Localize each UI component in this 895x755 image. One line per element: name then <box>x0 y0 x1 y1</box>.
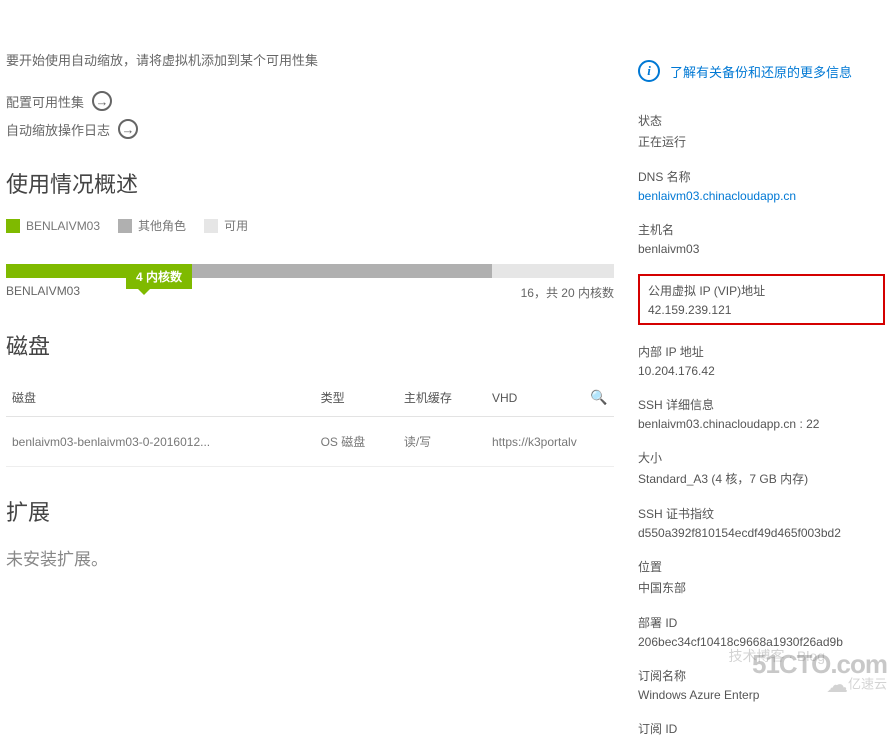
legend: BENLAIVM03 其他角色 可用 <box>6 217 614 234</box>
prop-deploy-id: 部署 ID 206bec34cf10418c9668a1930f26ad9b <box>638 614 885 649</box>
watermark-yisu: ☁亿速云 <box>826 672 887 698</box>
cores-usage-bar: 4 内核数 BENLAIVM03 16，共 20 内核数 <box>6 264 614 301</box>
disk-vhd-cell: https://k3portalv <box>486 417 614 467</box>
status-value: 正在运行 <box>638 133 885 150</box>
size-value: Standard_A3 (4 核，7 GB 内存) <box>638 470 885 487</box>
hostname-value: benlaivm03 <box>638 242 885 256</box>
prop-status: 状态 正在运行 <box>638 112 885 150</box>
size-label: 大小 <box>638 449 885 466</box>
hostname-label: 主机名 <box>638 221 885 238</box>
bar-seg-available <box>492 264 614 278</box>
ssh-value: benlaivm03.chinacloudapp.cn : 22 <box>638 417 885 431</box>
extensions-empty-text: 未安装扩展。 <box>6 545 614 570</box>
table-row[interactable]: benlaivm03-benlaivm03-0-2016012... OS 磁盘… <box>6 417 614 467</box>
disks-title: 磁盘 <box>6 329 614 361</box>
vip-label: 公用虚拟 IP (VIP)地址 <box>648 282 875 299</box>
configure-availability-link[interactable]: 配置可用性集 → <box>6 91 614 111</box>
legend-other: 其他角色 <box>118 217 186 234</box>
bar-right-label: 16，共 20 内核数 <box>521 284 614 301</box>
disk-name-cell: benlaivm03-benlaivm03-0-2016012... <box>6 417 315 467</box>
bar-seg-vm <box>6 264 128 278</box>
autoscale-hint: 要开始使用自动缩放，请将虚拟机添加到某个可用性集 <box>6 50 614 69</box>
backup-info-link[interactable]: i 了解有关备份和还原的更多信息 <box>638 60 885 82</box>
col-vhd[interactable]: VHD <box>486 379 584 417</box>
col-search[interactable]: 🔍 <box>584 379 614 417</box>
info-icon: i <box>638 60 660 82</box>
dns-label: DNS 名称 <box>638 168 885 185</box>
vip-value: 42.159.239.121 <box>648 303 875 317</box>
disk-type-cell: OS 磁盘 <box>315 417 398 467</box>
ssh-fp-value: d550a392f810154ecdf49d465f003bd2 <box>638 526 885 540</box>
legend-available-label: 可用 <box>224 217 248 234</box>
arrow-right-icon: → <box>92 91 112 111</box>
disk-cache-cell: 读/写 <box>398 417 486 467</box>
internal-ip-label: 内部 IP 地址 <box>638 343 885 360</box>
bar-left-label: BENLAIVM03 <box>6 284 80 301</box>
internal-ip-value: 10.204.176.42 <box>638 364 885 378</box>
arrow-right-icon: → <box>118 119 138 139</box>
prop-vip-highlight: 公用虚拟 IP (VIP)地址 42.159.239.121 <box>638 274 885 325</box>
location-label: 位置 <box>638 558 885 575</box>
legend-available: 可用 <box>204 217 248 234</box>
prop-sub-id: 订阅 ID <box>638 720 885 737</box>
status-label: 状态 <box>638 112 885 129</box>
ssh-label: SSH 详细信息 <box>638 396 885 413</box>
prop-ssh-fp: SSH 证书指纹 d550a392f810154ecdf49d465f003bd… <box>638 505 885 540</box>
prop-ssh: SSH 详细信息 benlaivm03.chinacloudapp.cn : 2… <box>638 396 885 431</box>
extensions-title: 扩展 <box>6 495 614 527</box>
ssh-fp-label: SSH 证书指纹 <box>638 505 885 522</box>
autoscale-log-label: 自动缩放操作日志 <box>6 120 110 139</box>
prop-internal-ip: 内部 IP 地址 10.204.176.42 <box>638 343 885 378</box>
legend-vm: BENLAIVM03 <box>6 219 100 233</box>
dns-value[interactable]: benlaivm03.chinacloudapp.cn <box>638 189 885 203</box>
legend-vm-label: BENLAIVM03 <box>26 219 100 233</box>
legend-other-label: 其他角色 <box>138 217 186 234</box>
swatch-light-icon <box>204 219 218 233</box>
prop-hostname: 主机名 benlaivm03 <box>638 221 885 256</box>
prop-size: 大小 Standard_A3 (4 核，7 GB 内存) <box>638 449 885 487</box>
backup-info-label: 了解有关备份和还原的更多信息 <box>670 62 852 81</box>
col-disk-name[interactable]: 磁盘 <box>6 379 315 417</box>
prop-dns: DNS 名称 benlaivm03.chinacloudapp.cn <box>638 168 885 203</box>
prop-location: 位置 中国东部 <box>638 558 885 596</box>
search-icon: 🔍 <box>590 389 607 405</box>
sub-id-label: 订阅 ID <box>638 720 885 737</box>
cloud-icon: ☁ <box>826 672 848 697</box>
configure-availability-label: 配置可用性集 <box>6 92 84 111</box>
swatch-green-icon <box>6 219 20 233</box>
location-value: 中国东部 <box>638 579 885 596</box>
col-disk-type[interactable]: 类型 <box>315 379 398 417</box>
cores-badge: 4 内核数 <box>126 264 192 289</box>
swatch-gray-icon <box>118 219 132 233</box>
col-host-cache[interactable]: 主机缓存 <box>398 379 486 417</box>
deploy-id-label: 部署 ID <box>638 614 885 631</box>
autoscale-log-link[interactable]: 自动缩放操作日志 → <box>6 119 614 139</box>
disk-table: 磁盘 类型 主机缓存 VHD 🔍 benlaivm03-benlaivm03-0… <box>6 379 614 467</box>
usage-overview-title: 使用情况概述 <box>6 167 614 199</box>
